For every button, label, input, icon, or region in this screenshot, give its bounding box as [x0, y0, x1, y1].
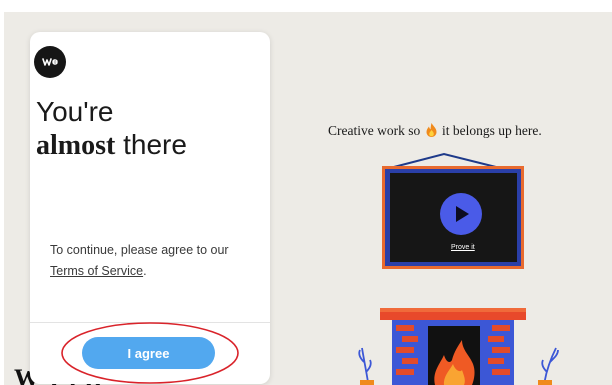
fire-icon [426, 123, 437, 141]
modal-divider [30, 322, 270, 323]
agree-button[interactable]: I agree [82, 337, 215, 369]
terms-of-service-link[interactable]: Terms of Service [50, 264, 143, 278]
modal-body-text: To continue, please agree to our Terms o… [50, 240, 250, 282]
hero-tagline: Creative work so it belongs up here. [328, 123, 542, 141]
modal-title-line2: almost there [36, 131, 187, 160]
body-prefix: To continue, please agree to our [50, 243, 229, 257]
title-bold-word: almost [36, 130, 116, 161]
prove-it-link[interactable]: Prove it [451, 244, 475, 251]
plant-left [358, 347, 372, 383]
tagline-after: it belongs up here. [441, 123, 542, 138]
tv-hanging-wire [389, 152, 501, 169]
we-logo-icon [34, 46, 66, 78]
title-rest: there [115, 129, 187, 160]
plant-right [541, 347, 559, 385]
fireplace-illustration [358, 152, 559, 385]
body-suffix: . [143, 264, 147, 278]
page: W T f D Creative work so it belongs up h… [0, 0, 612, 385]
tagline-before: Creative work so [328, 123, 421, 138]
terms-modal [30, 32, 270, 384]
modal-title-line1: You're [36, 96, 114, 127]
